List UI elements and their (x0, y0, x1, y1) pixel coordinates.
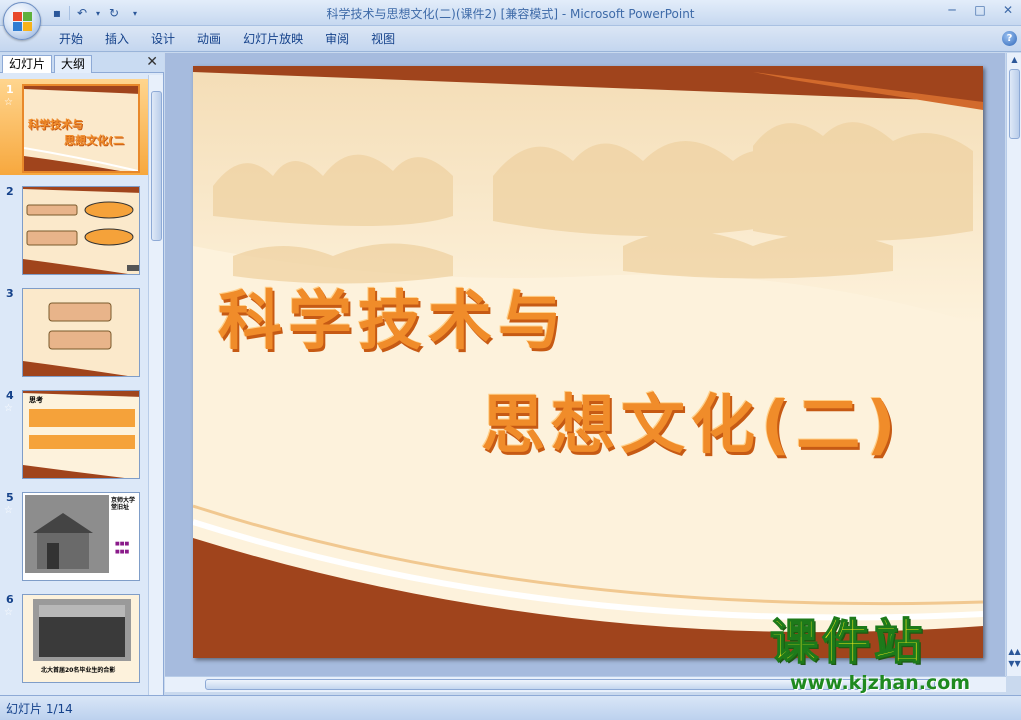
window-title: 科学技术与思想文化(二)(课件2) [兼容模式] - Microsoft Pow… (326, 7, 695, 21)
maximize-icon[interactable]: □ (971, 2, 989, 18)
tab-review[interactable]: 审阅 (314, 31, 360, 48)
next-slide-icon[interactable]: ▼▼ (1007, 659, 1021, 668)
tab-home[interactable]: 开始 (48, 31, 94, 48)
slide-title-line2[interactable]: 思想文化(二) (481, 394, 902, 458)
slide-preview: 思考 (22, 390, 140, 479)
watermark-url: www.kjzhan.com (790, 672, 971, 694)
slide-number: 4 (6, 389, 14, 402)
animation-star-icon: ☆ (4, 403, 13, 414)
title-bar: ▪ ↶ ▾ ↻ ▾ 科学技术与思想文化(二)(课件2) [兼容模式] - Mic… (0, 0, 1021, 26)
slide-thumbnail-6[interactable]: 6 ☆ 北大首届20名毕业生的合影 (0, 589, 148, 685)
slide-preview (22, 186, 140, 275)
tab-design[interactable]: 设计 (140, 31, 186, 48)
slide-title-line1[interactable]: 科学技术与 (218, 290, 568, 354)
thumb-title-line1: 科学技术与 (28, 118, 83, 131)
slide-thumbnail-list: 1 ☆ 科学技术与 思想文化(二 2 3 4 ☆ 思考 5 ☆ ■■■ ■■■ … (0, 75, 148, 695)
slide-background-art (193, 66, 983, 658)
watermark-logo: 课件站 (769, 614, 927, 670)
slide-number: 2 (6, 185, 14, 198)
slide-indicator: 幻灯片 1/14 (6, 702, 73, 716)
scroll-up-icon[interactable]: ▲ (1007, 55, 1021, 64)
ribbon: 开始 插入 设计 动画 幻灯片放映 审阅 视图 ? (0, 26, 1021, 52)
slide-preview: 北大首届20名毕业生的合影 (22, 594, 140, 683)
animation-star-icon: ☆ (4, 607, 13, 618)
svg-text:■■■: ■■■ (115, 549, 129, 555)
thumb-heading: 京师大学堂旧址 (111, 497, 136, 512)
animation-star-icon: ☆ (4, 97, 13, 108)
previous-slide-icon[interactable]: ▲▲ (1007, 647, 1021, 656)
slide-thumbnail-4[interactable]: 4 ☆ 思考 (0, 385, 148, 481)
slide-preview (22, 288, 140, 377)
tab-insert[interactable]: 插入 (94, 31, 140, 48)
slide-thumbnail-2[interactable]: 2 (0, 181, 148, 277)
tab-outline[interactable]: 大纲 (54, 55, 93, 73)
ribbon-tabs: 开始 插入 设计 动画 幻灯片放映 审阅 视图 (48, 31, 406, 48)
help-icon[interactable]: ? (1002, 31, 1017, 46)
slide-preview: ■■■ ■■■ 京师大学堂旧址 (22, 492, 140, 581)
scrollbar-thumb[interactable] (1009, 69, 1020, 139)
slide-number: 6 (6, 593, 14, 606)
slide-number: 5 (6, 491, 14, 504)
scrollbar-thumb[interactable] (151, 91, 162, 241)
vertical-scrollbar[interactable]: ▲ ▲▲ ▼▼ (1006, 53, 1021, 676)
close-pane-icon[interactable]: ✕ (146, 54, 158, 70)
tab-view[interactable]: 视图 (360, 31, 406, 48)
thumb-heading: 思考 (29, 396, 43, 404)
pane-tabs: 幻灯片 大纲 ✕ (0, 53, 164, 73)
tab-slides[interactable]: 幻灯片 (2, 55, 53, 73)
slide-number: 1 (6, 83, 14, 96)
svg-text:■■■: ■■■ (115, 541, 129, 547)
slide-canvas[interactable]: 科学技术与 思想文化(二) (193, 66, 983, 658)
window-controls: ─ □ ✕ (943, 2, 1017, 18)
slide-2-preview-art (23, 187, 139, 274)
close-icon[interactable]: ✕ (999, 2, 1017, 18)
office-button[interactable] (3, 2, 41, 40)
minimize-icon[interactable]: ─ (943, 2, 961, 18)
status-bar: 幻灯片 1/14 (0, 695, 1021, 720)
slides-pane: 幻灯片 大纲 ✕ 1 ☆ 科学技术与 思想文化(二 2 3 4 ☆ 思考 5 ☆… (0, 53, 164, 695)
slide-thumbnail-5[interactable]: 5 ☆ ■■■ ■■■ 京师大学堂旧址 (0, 487, 148, 583)
slide-number: 3 (6, 287, 14, 300)
office-logo-icon (13, 12, 32, 31)
slide-thumbnail-3[interactable]: 3 (0, 283, 148, 379)
slides-pane-scrollbar[interactable] (148, 75, 163, 695)
thumb-title-line2: 思想文化(二 (64, 134, 125, 147)
slide-preview: 科学技术与 思想文化(二 (22, 84, 140, 173)
slide-3-preview-art (23, 302, 128, 376)
thumb-caption: 北大首届20名毕业生的合影 (41, 667, 116, 674)
animation-star-icon: ☆ (4, 505, 13, 516)
tab-slideshow[interactable]: 幻灯片放映 (232, 31, 314, 48)
slide-thumbnail-1[interactable]: 1 ☆ 科学技术与 思想文化(二 (0, 79, 148, 175)
tab-animations[interactable]: 动画 (186, 31, 232, 48)
